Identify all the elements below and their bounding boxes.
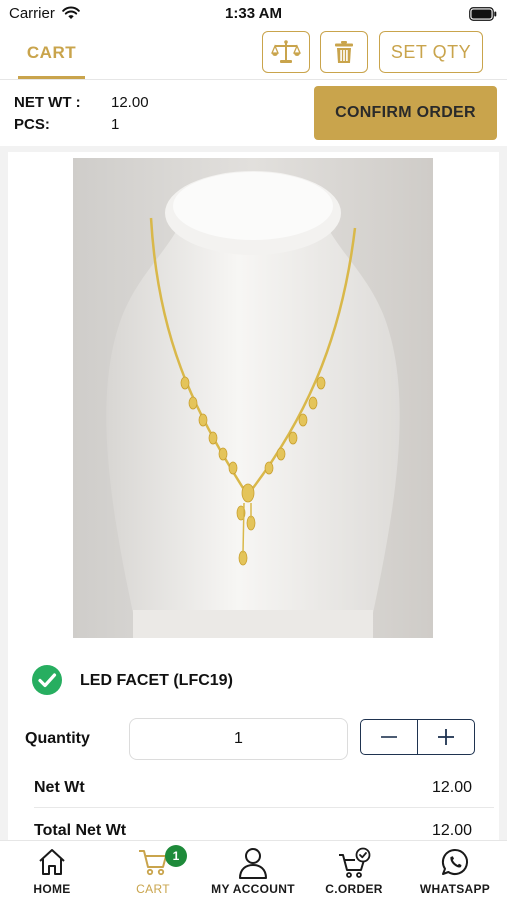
product-image[interactable] (73, 158, 433, 638)
quantity-stepper (360, 719, 475, 755)
row-value: 12.00 (431, 779, 472, 796)
pcs-value: 1 (111, 116, 120, 133)
increment-button[interactable] (418, 720, 474, 754)
tab-underline (18, 76, 85, 79)
cart-list[interactable]: LED FACET (LFC19) Quantity Net Wt 12.00 (0, 146, 507, 840)
necklace-on-bust-image (73, 158, 433, 638)
row-label: Total Net Wt (34, 822, 127, 839)
net-wt-label: NET WT : (14, 94, 81, 111)
nav-my-account-label: MY ACCOUNT (211, 882, 295, 896)
set-qty-button[interactable]: SET QTY (379, 31, 483, 73)
trash-icon (335, 41, 353, 63)
confirm-order-button[interactable]: CONFIRM ORDER (314, 86, 497, 140)
row-divider (34, 807, 494, 808)
cart-badge: 1 (165, 845, 187, 867)
nav-whatsapp-label: WHATSAPP (419, 882, 491, 896)
decrement-button[interactable] (361, 720, 417, 754)
set-qty-label: SET QTY (390, 41, 472, 62)
battery-icon (469, 7, 497, 21)
confirm-order-label: CONFIRM ORDER (335, 104, 476, 121)
nav-home[interactable]: HOME (2, 841, 102, 900)
tab-cart-label: CART (26, 43, 77, 62)
nav-c-order-label: C.ORDER (325, 882, 383, 896)
nav-c-order[interactable]: C.ORDER (304, 841, 404, 900)
nav-home-label: HOME (33, 882, 71, 896)
cart-item-card: LED FACET (LFC19) Quantity Net Wt 12.00 (8, 152, 499, 840)
account-icon (239, 848, 267, 879)
bottom-nav: HOME 1 CART MY ACCOUNT C.ORDER WHATSAPP (0, 840, 507, 900)
top-bar: CART SET QTY (0, 28, 507, 80)
status-bar: Carrier 1:33 AM (0, 0, 507, 28)
cart-check-icon (339, 847, 371, 878)
whatsapp-icon (441, 848, 469, 875)
nav-cart[interactable]: 1 CART (103, 841, 203, 900)
order-summary: NET WT : 12.00 PCS: 1 CONFIRM ORDER (0, 80, 507, 146)
quantity-input[interactable] (129, 718, 348, 760)
delete-button[interactable] (320, 31, 368, 73)
row-label: Net Wt (34, 779, 85, 796)
net-wt-row: Net Wt 12.00 (34, 768, 494, 808)
nav-my-account[interactable]: MY ACCOUNT (203, 841, 303, 900)
quantity-label: Quantity (25, 730, 90, 747)
nav-cart-label: CART (136, 882, 170, 896)
pcs-label: PCS: (14, 116, 50, 133)
plus-icon (438, 729, 455, 745)
product-title: LED FACET (LFC19) (80, 672, 233, 689)
total-net-wt-row: Total Net Wt 12.00 (34, 811, 494, 840)
row-value: 12.00 (431, 822, 472, 839)
home-icon (39, 849, 65, 875)
product-title-row: LED FACET (LFC19) (8, 660, 499, 700)
tab-cart[interactable]: CART (18, 28, 85, 79)
cart-icon (139, 850, 167, 876)
scale-icon (271, 40, 301, 63)
clock: 1:33 AM (225, 5, 282, 22)
weight-scale-button[interactable] (262, 31, 310, 73)
minus-icon (380, 736, 397, 738)
net-wt-value: 12.00 (111, 94, 149, 111)
selected-check-icon[interactable] (31, 664, 63, 696)
nav-whatsapp[interactable]: WHATSAPP (405, 841, 505, 900)
